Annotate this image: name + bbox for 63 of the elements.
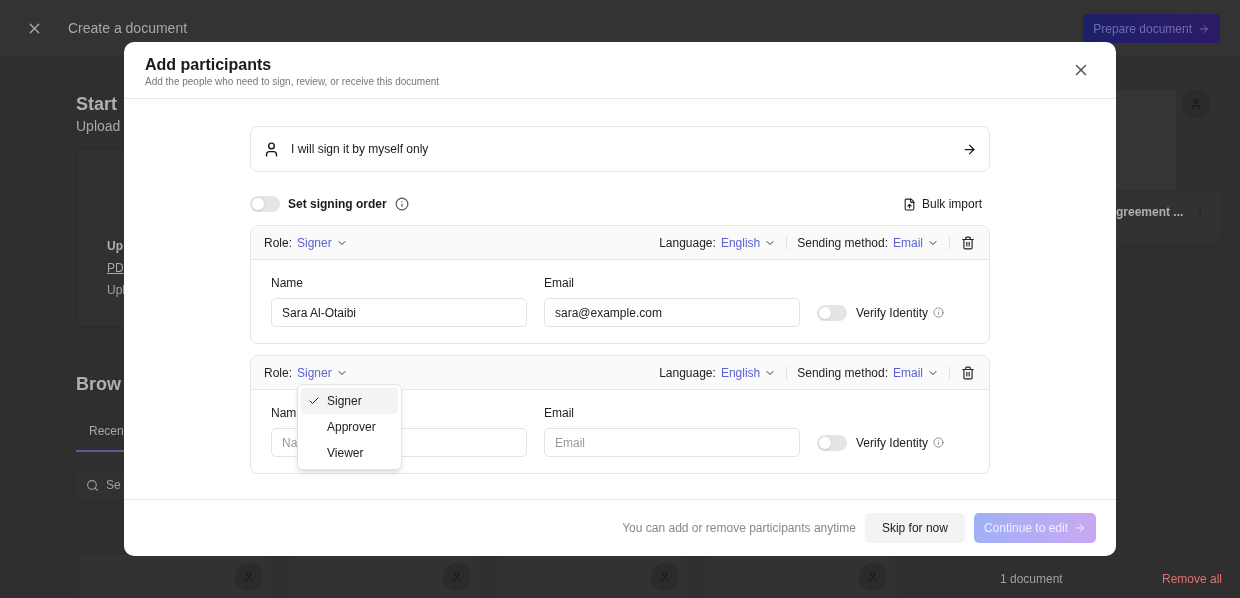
trash-icon	[961, 365, 975, 380]
signing-order-label: Set signing order	[288, 196, 387, 213]
info-icon	[933, 437, 945, 448]
verify-identity-toggle[interactable]	[817, 434, 847, 451]
role-label: Role:	[264, 234, 292, 252]
sending-method-dropdown[interactable]: Email	[893, 363, 939, 382]
page-title: Create a document	[68, 19, 188, 38]
prepare-document-button[interactable]: Prepare document	[1083, 14, 1220, 43]
verify-identity-toggle[interactable]	[817, 304, 847, 321]
section-heading: Start	[76, 93, 118, 116]
sending-method-dropdown[interactable]: Email	[893, 233, 939, 252]
remove-all-button[interactable]: Remove all	[1161, 569, 1222, 588]
dialog-subtitle: Add the people who need to sign, review, or receive this document	[145, 75, 440, 89]
document-title: greement ...	[1116, 204, 1184, 221]
trash-icon	[961, 235, 975, 250]
person-button[interactable]	[651, 563, 679, 591]
delete-button[interactable]	[960, 234, 976, 251]
self-sign-option[interactable]: I will sign it by myself only	[250, 126, 990, 172]
email-label: Email	[544, 405, 575, 422]
language-label: Language:	[659, 234, 716, 252]
user-icon	[263, 140, 280, 158]
verify-identity-label: Verify Identity	[856, 434, 929, 452]
role-label: Role:	[264, 364, 292, 382]
person-button[interactable]	[235, 563, 263, 591]
role-option[interactable]: Approver	[301, 414, 398, 440]
upload-card-title: Up	[107, 238, 124, 255]
name-label: Name	[271, 275, 304, 292]
section-heading: Brow	[76, 373, 122, 396]
info-icon	[394, 197, 409, 211]
person-button[interactable]	[859, 563, 887, 591]
footer-note: You can add or remove participants anytime	[622, 520, 856, 537]
language-label: Language:	[659, 364, 716, 382]
role-option[interactable]: Viewer	[301, 440, 398, 466]
search-icon	[86, 478, 99, 492]
role-dropdown[interactable]: Signer	[297, 363, 348, 382]
role-dropdown[interactable]: Signer	[297, 233, 348, 252]
delete-button[interactable]	[960, 364, 976, 381]
sending-method-label: Sending method:	[797, 364, 888, 382]
email-field[interactable]: sara@example.com	[544, 298, 800, 327]
signing-order-toggle[interactable]	[250, 196, 280, 212]
role-option[interactable]: Signer	[301, 388, 398, 414]
language-dropdown[interactable]: English	[720, 363, 777, 382]
language-dropdown[interactable]: English	[720, 233, 777, 252]
sending-method-label: Sending method:	[797, 234, 888, 252]
section-subheading: Upload	[76, 117, 122, 136]
email-field[interactable]: Email	[544, 428, 800, 457]
arrow-right-icon	[1198, 22, 1210, 35]
name-field[interactable]: Sara Al-Otaibi	[271, 298, 527, 327]
email-label: Email	[544, 275, 575, 292]
upload-card-note: Upl	[107, 282, 126, 299]
skip-button[interactable]: Skip for now	[864, 513, 965, 543]
arrow-right-icon	[1074, 522, 1086, 534]
person-button[interactable]	[1182, 90, 1210, 118]
verify-identity-label: Verify Identity	[856, 304, 929, 322]
name-label: Nam	[271, 405, 298, 422]
person-button[interactable]	[443, 563, 471, 591]
dialog-title: Add participants	[145, 55, 273, 75]
bulk-import-button[interactable]: Bulk import	[902, 195, 982, 213]
file-upload-icon	[902, 197, 916, 211]
info-icon	[933, 307, 945, 318]
document-count: 1 document	[1000, 570, 1063, 588]
arrow-right-icon	[962, 141, 977, 157]
check-icon	[308, 395, 320, 407]
